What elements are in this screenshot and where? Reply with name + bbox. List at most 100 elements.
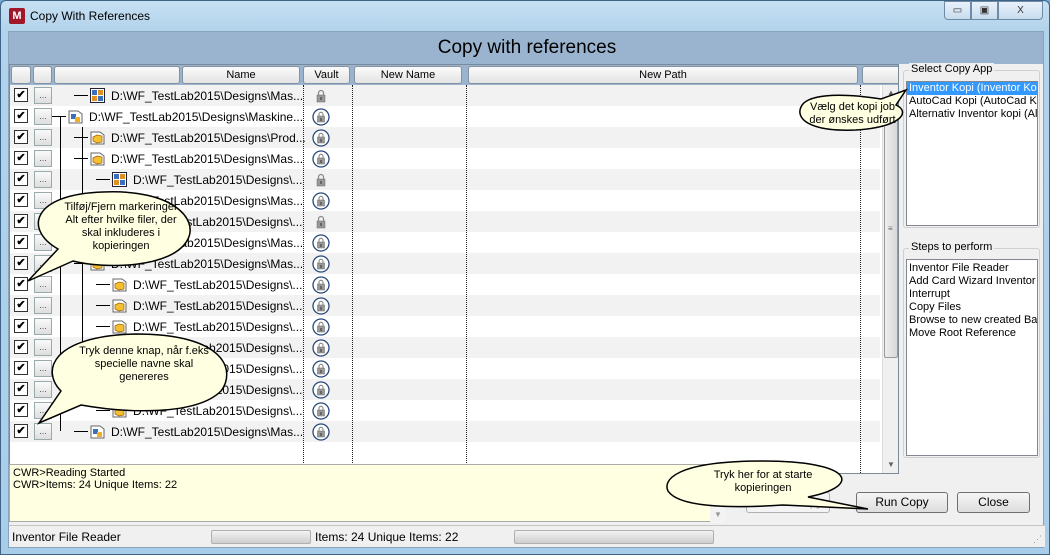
header-band: Copy with references: [9, 32, 1043, 64]
file-path: D:\WF_TestLab2015\Designs\Maskine...: [89, 109, 304, 124]
close-window-button[interactable]: X: [998, 1, 1043, 20]
tree-item[interactable]: D:\WF_TestLab2015\Designs\...: [112, 169, 302, 190]
title-bar[interactable]: M Copy With References ▭ ▣ X: [1, 1, 1049, 31]
column-header-vault[interactable]: Vault: [303, 66, 350, 84]
include-checkbox[interactable]: ✔: [14, 109, 28, 123]
file-path: D:\WF_TestLab2015\Designs\...: [133, 172, 303, 187]
log-line: CWR>Items: 24 Unique Items: 22: [13, 479, 178, 491]
callout-run-text: Tryk her for at starte kopieringen: [683, 469, 843, 495]
vault-lock-icon: [312, 276, 330, 294]
tree-connector: [74, 431, 88, 432]
tree-connector: [96, 326, 110, 327]
step-item[interactable]: Browse to new created Bas: [907, 314, 1037, 327]
include-checkbox[interactable]: ✔: [14, 172, 28, 186]
status-items-text: Items: 24 Unique Items: 22: [315, 530, 459, 544]
column-divider: [352, 85, 353, 473]
column-header-check[interactable]: [11, 66, 31, 84]
table-row[interactable]: ✔... D:\WF_TestLab2015\Designs\Maskine...: [10, 106, 880, 127]
vault-lock-icon: [312, 318, 330, 336]
vault-lock-icon: [312, 381, 330, 399]
copy-app-item[interactable]: AutoCad Kopi (AutoCad Kopi): [907, 95, 1037, 108]
include-checkbox[interactable]: ✔: [14, 130, 28, 144]
vault-lock-icon: [312, 108, 330, 126]
grid-vertical-scrollbar[interactable]: ▲ ≡ ▼: [882, 85, 898, 473]
include-checkbox[interactable]: ✔: [14, 151, 28, 165]
column-divider: [860, 85, 861, 473]
progress-bar-items: [514, 530, 714, 544]
vault-lock-icon: [312, 255, 330, 273]
callout-line: der ønskes udført: [809, 114, 896, 126]
run-copy-button[interactable]: Run Copy: [856, 492, 948, 513]
table-row[interactable]: ✔... D:\WF_TestLab2015\Designs\Mas...: [10, 148, 880, 169]
rename-options-button[interactable]: ...: [34, 171, 52, 188]
copy-app-item[interactable]: Alternativ Inventor kopi (Alternativ): [907, 108, 1037, 121]
callout-line: Tryk her for at starte: [713, 469, 813, 481]
rename-options-button[interactable]: ...: [34, 129, 52, 146]
rename-options-button[interactable]: ...: [34, 297, 52, 314]
callout-line: Tilføj/Fjern markeringer: [64, 201, 178, 213]
app-logo-icon: M: [9, 8, 25, 24]
part-file-icon: [112, 298, 133, 313]
copy-app-listbox[interactable]: Inventor Kopi (Inventor Kopi) AutoCad Ko…: [906, 81, 1038, 226]
table-row[interactable]: ✔... D:\WF_TestLab2015\Designs\Prod...: [10, 127, 880, 148]
step-item[interactable]: Interrupt: [907, 288, 1037, 301]
rename-options-button[interactable]: ...: [34, 108, 52, 125]
include-checkbox[interactable]: ✔: [14, 424, 28, 438]
tree-item[interactable]: D:\WF_TestLab2015\Designs\Mas...: [90, 85, 303, 106]
step-item[interactable]: Copy Files: [907, 301, 1037, 314]
minimize-button[interactable]: ▭: [944, 1, 971, 20]
column-header-new-name[interactable]: New Name: [354, 66, 462, 84]
callout-line: specielle navne skal: [94, 358, 194, 370]
vault-lock-icon: [312, 402, 330, 420]
include-checkbox[interactable]: ✔: [14, 88, 28, 102]
progress-bar-step: [211, 530, 311, 544]
column-header-tree[interactable]: [54, 66, 180, 84]
vault-lock-icon: [312, 192, 330, 210]
tree-connector: [74, 95, 88, 96]
column-header-name[interactable]: Name: [182, 66, 300, 84]
log-output[interactable]: CWR>Reading Started CWR>Items: 24 Unique…: [9, 464, 726, 523]
tree-item[interactable]: D:\WF_TestLab2015\Designs\Mas...: [90, 148, 303, 169]
step-item[interactable]: Add Card Wizard Inventor F: [907, 275, 1037, 288]
include-checkbox[interactable]: ✔: [14, 403, 28, 417]
tree-item[interactable]: D:\WF_TestLab2015\Designs\...: [112, 295, 302, 316]
step-item[interactable]: Inventor File Reader: [907, 262, 1037, 275]
include-checkbox[interactable]: ✔: [14, 382, 28, 396]
vault-lock-icon: [312, 339, 330, 357]
include-checkbox[interactable]: ✔: [14, 298, 28, 312]
tree-item[interactable]: D:\WF_TestLab2015\Designs\Maskine...: [68, 106, 303, 127]
assembly-file-icon: [68, 109, 89, 124]
grip-icon: ≡: [888, 224, 893, 233]
window-title: Copy With References: [30, 9, 151, 23]
resize-grip-icon[interactable]: ⋰: [1033, 534, 1042, 545]
rename-options-button[interactable]: ...: [34, 150, 52, 167]
table-row[interactable]: ✔... D:\WF_TestLab2015\Designs\...: [10, 169, 880, 190]
column-header-extra[interactable]: [862, 66, 898, 84]
scroll-down-arrow-icon[interactable]: ▼: [883, 457, 898, 473]
step-item[interactable]: Move Root Reference: [907, 327, 1037, 340]
callout-line: genereres: [119, 371, 169, 383]
column-header-new-path[interactable]: New Path: [468, 66, 858, 84]
include-checkbox[interactable]: ✔: [14, 361, 28, 375]
vault-lock-icon: [312, 234, 330, 252]
scroll-thumb[interactable]: ≡: [884, 103, 898, 358]
callout-dots-text: Tryk denne knap, når f.eks specielle nav…: [64, 345, 224, 384]
include-checkbox[interactable]: ✔: [14, 319, 28, 333]
tree-connector: [74, 137, 88, 138]
close-button[interactable]: Close: [957, 492, 1030, 513]
steps-label: Steps to perform: [909, 241, 995, 253]
steps-listbox[interactable]: Inventor File Reader Add Card Wizard Inv…: [906, 259, 1038, 456]
callout-line: kopieringen: [92, 240, 150, 252]
tree-connector: [74, 158, 88, 159]
maximize-button[interactable]: ▣: [971, 1, 998, 20]
column-header-dots[interactable]: [33, 66, 52, 84]
vault-lock-icon: [312, 297, 330, 315]
callout-line: skal inkluderes i: [81, 227, 161, 239]
tree-item[interactable]: D:\WF_TestLab2015\Designs\Prod...: [90, 127, 306, 148]
include-checkbox[interactable]: ✔: [14, 340, 28, 354]
copy-app-item[interactable]: Inventor Kopi (Inventor Kopi): [907, 82, 1037, 95]
table-row[interactable]: ✔... D:\WF_TestLab2015\Designs\Mas...: [10, 85, 880, 106]
table-row[interactable]: ✔... D:\WF_TestLab2015\Designs\...: [10, 295, 880, 316]
rename-options-button[interactable]: ...: [34, 87, 52, 104]
select-copy-app-label: Select Copy App: [909, 63, 995, 75]
